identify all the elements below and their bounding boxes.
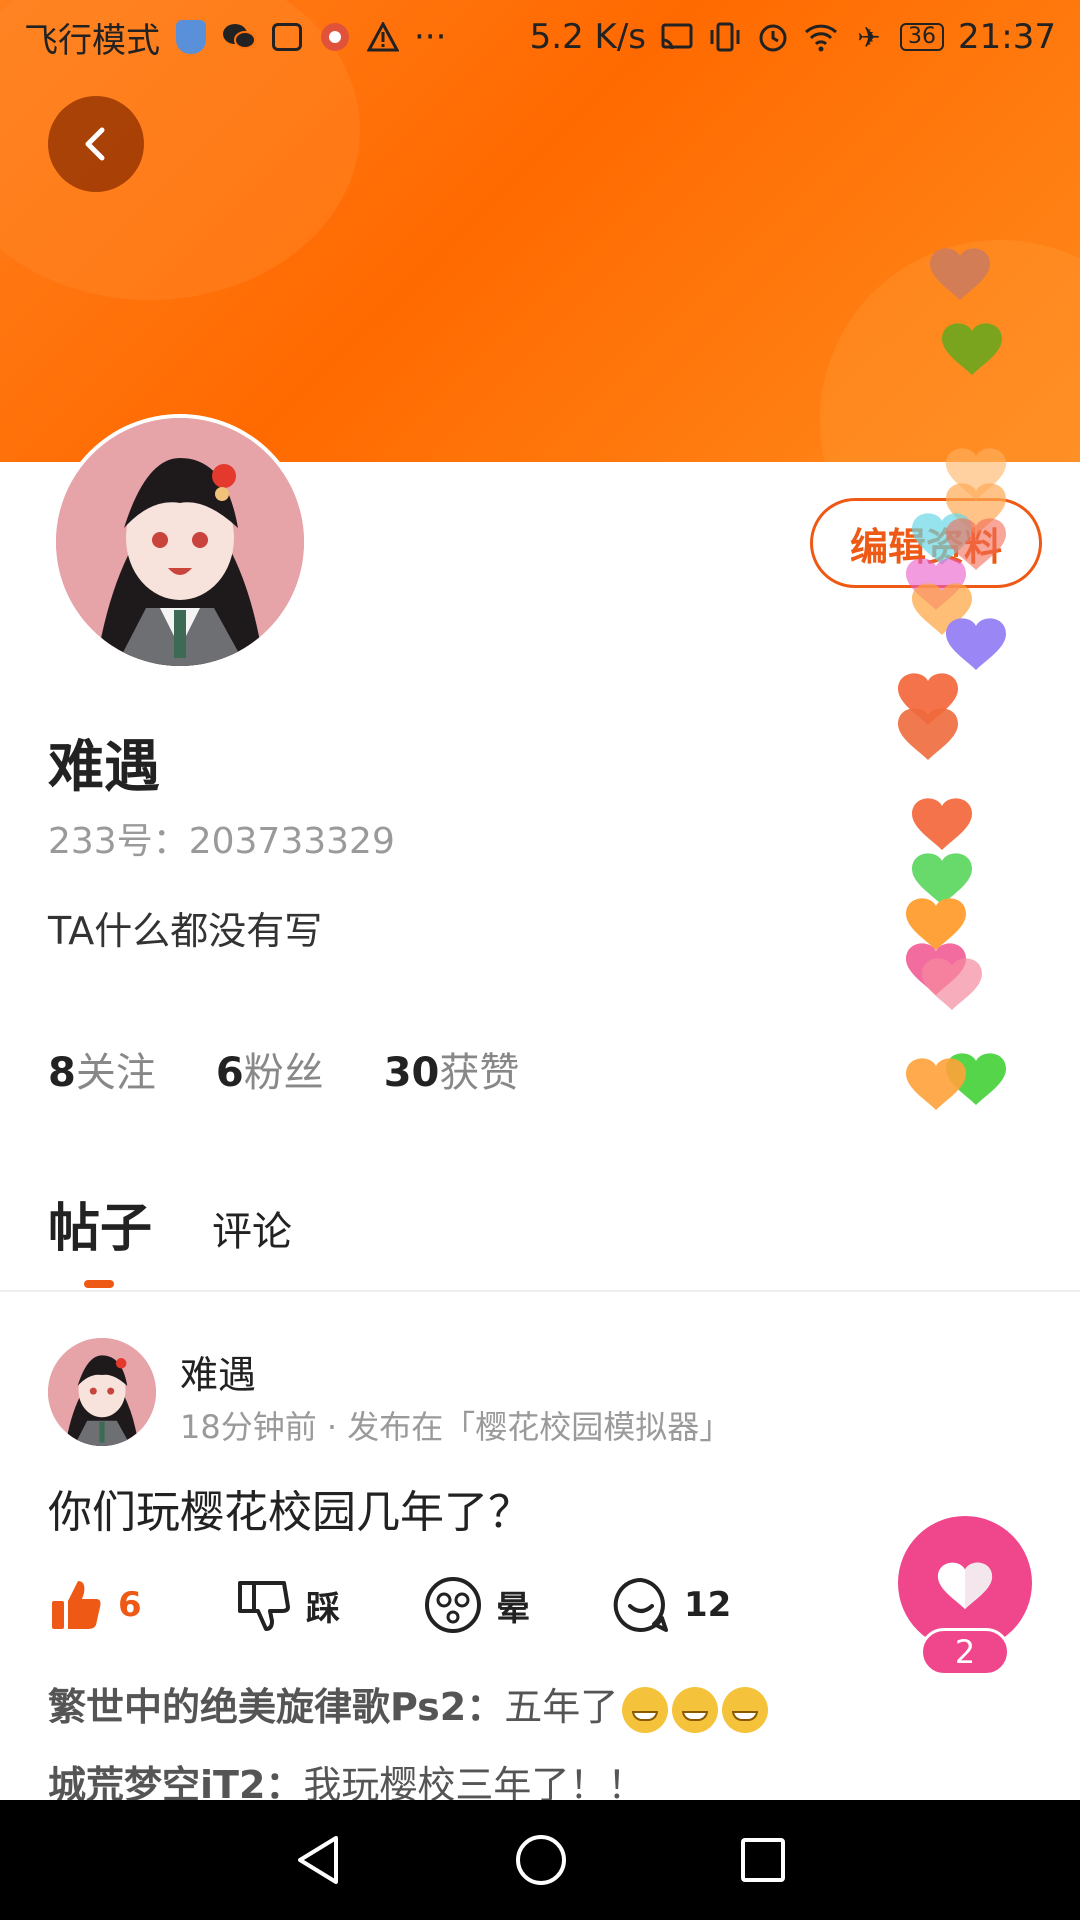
post-content[interactable]: 你们玩樱花校园几年了？ [48, 1476, 532, 1540]
comment-count: 12 [684, 1585, 732, 1625]
stat-number: 30 [383, 1050, 440, 1096]
stat-number: 6 [215, 1050, 244, 1096]
battery-icon: 36 [900, 23, 945, 51]
app-notification-icon [318, 20, 352, 54]
chevron-left-icon [85, 127, 105, 161]
like-button[interactable]: 6 [48, 1577, 236, 1633]
network-speed: 5.2 K/s [529, 17, 647, 57]
wifi-icon [804, 20, 838, 54]
account-id: 233号：203733329 [48, 821, 395, 862]
status-bar: 飞行模式 ··· 5.2 K/s ✈ 36 21:37 [0, 0, 1080, 74]
post-author-avatar[interactable] [48, 1338, 156, 1446]
cast-icon [660, 20, 694, 54]
comment-preview[interactable]: 繁世中的绝美旋律歌Ps2：五年了 [48, 1676, 769, 1733]
grin-emoji-icon [722, 1686, 769, 1733]
post-actions: 6 踩 晕 12 [48, 1576, 800, 1634]
system-navigation-bar [0, 1800, 1080, 1920]
dizzy-label: 晕 [496, 1588, 530, 1629]
profile-nickname: 难遇 [48, 735, 160, 800]
content-tabs: 帖子 评论 [48, 1186, 292, 1261]
profile-stats: 8关注 6粉丝 30获赞 [48, 1040, 519, 1098]
back-button[interactable] [48, 96, 144, 192]
stat-label: 粉丝 [243, 1050, 324, 1096]
thumbs-up-icon [52, 1581, 101, 1629]
tab-indicator [84, 1280, 114, 1288]
stat-label: 获赞 [439, 1050, 520, 1096]
recents-square-icon[interactable] [738, 1835, 788, 1885]
floating-like-count: 2 [920, 1628, 1010, 1676]
dizzy-face-icon [425, 1577, 481, 1633]
likes-received-stat: 30获赞 [384, 1040, 520, 1098]
tab-comments[interactable]: 评论 [212, 1199, 292, 1261]
stat-number: 8 [48, 1050, 76, 1096]
dislike-label: 踩 [306, 1588, 340, 1629]
profile-avatar[interactable] [52, 414, 308, 670]
following-stat[interactable]: 8关注 [48, 1040, 156, 1098]
shield-icon [174, 20, 208, 54]
more-notifications: ··· [414, 17, 447, 57]
app-icon [270, 20, 304, 54]
airplane-mode-text: 飞行模式 [24, 20, 160, 61]
like-count: 6 [118, 1585, 142, 1625]
post-author-name[interactable]: 难遇 [180, 1344, 256, 1399]
wechat-icon [222, 20, 256, 54]
heart-icon [937, 1562, 993, 1610]
thumbs-down-icon [238, 1581, 290, 1631]
profile-bio: TA什么都没有写 [48, 909, 323, 953]
airplane-icon: ✈ [857, 20, 881, 54]
grin-emoji-icon [622, 1686, 669, 1733]
tab-posts[interactable]: 帖子 [48, 1186, 152, 1261]
clock: 21:37 [958, 17, 1056, 57]
floating-hearts [898, 248, 1006, 1110]
dizzy-button[interactable]: 晕 [424, 1576, 612, 1634]
avatar-image [56, 418, 304, 666]
post-meta[interactable]: 18分钟前 · 发布在「樱花校园模拟器」 [180, 1402, 731, 1448]
comment-icon [613, 1577, 668, 1632]
grin-emoji-icon [672, 1686, 719, 1733]
comment-author[interactable]: 繁世中的绝美旋律歌Ps2： [48, 1685, 504, 1729]
back-triangle-icon[interactable] [292, 1834, 344, 1886]
home-circle-icon[interactable] [514, 1833, 568, 1887]
dislike-button[interactable]: 踩 [236, 1577, 424, 1633]
comment-button[interactable]: 12 [612, 1576, 800, 1634]
comment-text: 五年了 [504, 1685, 619, 1729]
stat-label: 关注 [75, 1050, 156, 1096]
vibrate-icon [708, 20, 742, 54]
warning-icon [366, 20, 400, 54]
alarm-icon [756, 20, 790, 54]
followers-stat[interactable]: 6粉丝 [216, 1040, 324, 1098]
divider [0, 1290, 1080, 1292]
